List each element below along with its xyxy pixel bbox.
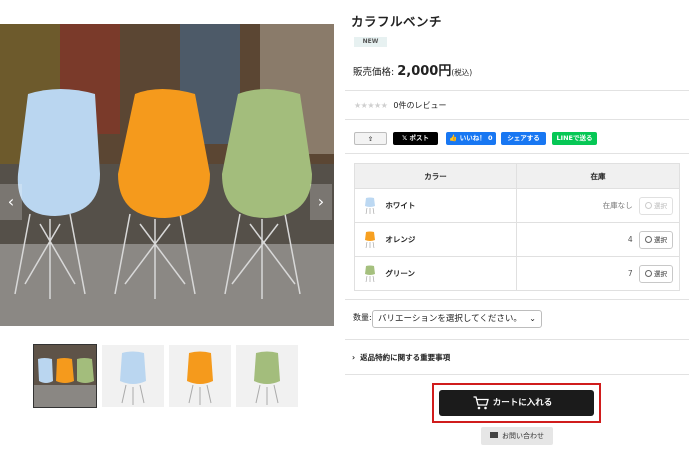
variant-row-orange: オレンジ 4 選択 (354, 222, 680, 257)
share-copy-button[interactable]: ⇪ (354, 132, 387, 145)
chevron-right-icon: › (352, 353, 356, 362)
cart-highlight-frame: カートに入れる (432, 383, 601, 423)
radio-icon (645, 235, 652, 243)
gallery-next-arrow[interactable]: › (310, 184, 332, 220)
variant-table: カラー 在庫 ホワイト 在庫なし 選択 オレンジ 4 選択 グリーン 7 選択 (354, 163, 680, 291)
product-title: カラフルベンチ (351, 14, 443, 29)
thumbnail-white-chair[interactable] (102, 345, 164, 407)
chevron-down-icon: ⌄ (529, 314, 536, 323)
chairs-photo-illustration (0, 24, 334, 326)
variant-name: ホワイト (385, 201, 416, 210)
stock-value: 7 (627, 269, 633, 278)
facebook-share-button[interactable]: シェアする (501, 132, 546, 145)
radio-icon (645, 269, 652, 277)
divider (345, 90, 689, 91)
add-to-cart-button[interactable]: カートに入れる (439, 390, 594, 416)
select-variant-button[interactable]: 選択 (639, 264, 673, 283)
variant-name: グリーン (385, 269, 416, 278)
variant-row-white: ホワイト 在庫なし 選択 (354, 188, 680, 223)
line-share-button[interactable]: LINEで送る (552, 132, 597, 145)
orange-chair-icon (365, 231, 375, 248)
divider (345, 299, 689, 300)
returns-policy-toggle[interactable]: › 返品特約に関する重要事項 (352, 352, 450, 363)
stock-value: 在庫なし (602, 201, 633, 210)
x-post-button[interactable]: 𝕏 ポスト (393, 132, 438, 145)
contact-button[interactable]: お問い合わせ (481, 427, 553, 445)
gallery-prev-arrow[interactable]: ‹ (0, 184, 22, 220)
facebook-like-button[interactable]: 👍 いいね！ 0 (446, 132, 496, 145)
variant-row-green: グリーン 7 選択 (354, 256, 680, 291)
price-label: 販売価格: (353, 67, 395, 78)
mail-icon (490, 432, 498, 438)
divider (345, 153, 689, 154)
rating-stars-icon: ★★★★★ (354, 101, 388, 110)
divider (345, 374, 689, 375)
select-variant-button[interactable]: 選択 (639, 230, 673, 249)
review-summary: ★★★★★ 0件のレビュー (354, 100, 446, 111)
green-chair-icon (365, 265, 375, 282)
column-header-color: カラー (354, 163, 517, 189)
divider (345, 339, 689, 340)
price-tax-note: (税込) (451, 68, 473, 77)
quantity-row: 数量: バリエーションを選択してください。 ⌄ (353, 310, 542, 328)
variation-select[interactable]: バリエーションを選択してください。 ⌄ (372, 310, 542, 328)
radio-icon (645, 201, 652, 209)
thumbnail-orange-chair[interactable] (169, 345, 231, 407)
column-header-stock: 在庫 (516, 163, 680, 189)
main-product-photo: ‹ › (0, 24, 334, 326)
thumbnail-all-chairs[interactable] (33, 344, 97, 408)
select-variant-button: 選択 (639, 196, 673, 215)
price-row: 販売価格: 2,000円(税込) (353, 60, 472, 79)
quantity-label: 数量: (353, 313, 372, 322)
divider (345, 119, 689, 120)
stock-value: 4 (627, 235, 633, 244)
price-value: 2,000円 (397, 64, 452, 79)
cart-icon (473, 396, 489, 410)
new-badge: NEW (354, 37, 387, 47)
review-count[interactable]: 0件のレビュー (393, 101, 446, 110)
variant-name: オレンジ (385, 235, 416, 244)
thumbnail-green-chair[interactable] (236, 345, 298, 407)
white-chair-icon (365, 197, 375, 214)
